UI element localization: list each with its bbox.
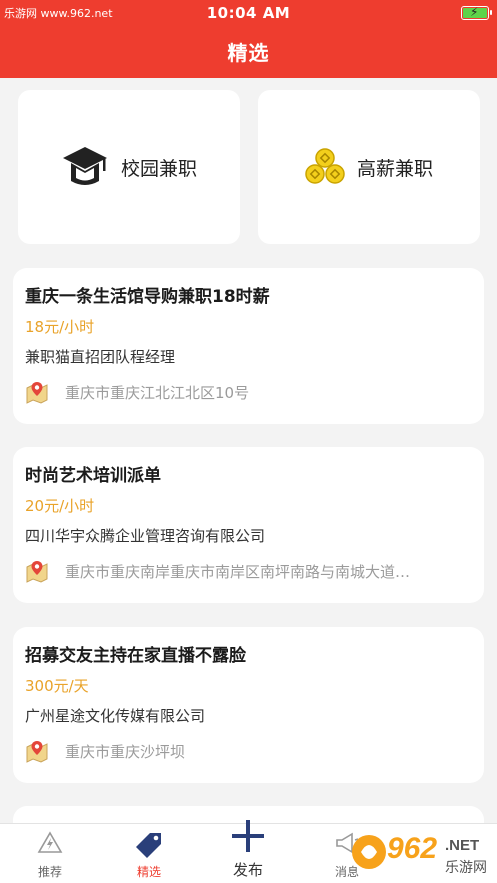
logo-suffix: .NET <box>445 837 479 854</box>
battery-icon: ⚡ <box>461 5 492 20</box>
job-pay: 300元/天 <box>25 677 89 695</box>
category-campus-parttime[interactable]: 校园兼职 <box>18 90 240 244</box>
tab-publish[interactable]: 发布 <box>198 820 298 883</box>
job-title: 时尚艺术培训派单 <box>25 466 161 486</box>
category-label: 高薪兼职 <box>356 157 433 180</box>
job-title: 招募交友主持在家直播不露脸 <box>25 646 246 666</box>
tab-label: 精选 <box>136 865 161 879</box>
job-card[interactable]: 时尚艺术培训派单 20元/小时 四川华宇众腾企业管理咨询有限公司 重庆市重庆南岸… <box>13 447 484 603</box>
job-address: 重庆市重庆江北江北区10号 <box>65 383 250 402</box>
map-pin-icon <box>26 561 48 583</box>
map-pin-icon <box>26 382 48 404</box>
tab-recommend[interactable]: 推荐 <box>0 824 100 883</box>
job-company: 四川华宇众腾企业管理咨询有限公司 <box>25 527 266 545</box>
top-header: 乐游网 www.962.net 10:04 AM ⚡ 精选 <box>0 0 497 78</box>
job-title: 重庆一条生活馆导购兼职18时薪 <box>25 287 270 307</box>
status-time: 10:04 AM <box>206 4 291 22</box>
job-card[interactable]: 招募交友主持在家直播不露脸 300元/天 广州星途文化传媒有限公司 重庆市重庆沙… <box>13 627 484 783</box>
job-card[interactable]: 重庆一条生活馆导购兼职18时薪 18元/小时 兼职猫直招团队程经理 重庆市重庆江… <box>13 268 484 424</box>
job-location: 重庆市重庆沙坪坝 <box>25 739 185 763</box>
coins-icon <box>305 148 345 184</box>
category-highpay-parttime[interactable]: 高薪兼职 <box>258 90 480 244</box>
category-label: 校园兼职 <box>120 157 197 180</box>
job-pay: 20元/小时 <box>25 497 95 515</box>
job-pay: 18元/小时 <box>25 318 95 336</box>
plus-icon <box>232 820 264 852</box>
tab-label: 发布 <box>232 861 263 879</box>
recommend-icon <box>37 831 63 853</box>
logo-caption: 乐游网 <box>445 860 487 876</box>
job-company: 兼职猫直招团队程经理 <box>25 348 176 366</box>
962-watermark-logo: 962 .NET 乐游网 <box>352 832 487 876</box>
job-location: 重庆市重庆江北江北区10号 <box>25 380 249 404</box>
job-address: 重庆市重庆沙坪坝 <box>65 742 186 761</box>
page-title: 精选 <box>227 41 270 65</box>
tab-featured[interactable]: 精选 <box>99 824 199 883</box>
status-bar: 乐游网 www.962.net 10:04 AM ⚡ <box>0 2 497 24</box>
job-address: 重庆市重庆南岸重庆市南岸区南坪南路与南城大道… <box>65 562 411 581</box>
graduation-cap-icon <box>62 147 107 185</box>
map-pin-icon <box>26 741 48 763</box>
tag-icon <box>136 833 161 858</box>
job-location: 重庆市重庆南岸重庆市南岸区南坪南路与南城大道… <box>25 559 410 583</box>
tab-label: 推荐 <box>37 865 62 879</box>
job-company: 广州星途文化传媒有限公司 <box>25 707 206 725</box>
logo-number: 962 <box>387 832 437 865</box>
